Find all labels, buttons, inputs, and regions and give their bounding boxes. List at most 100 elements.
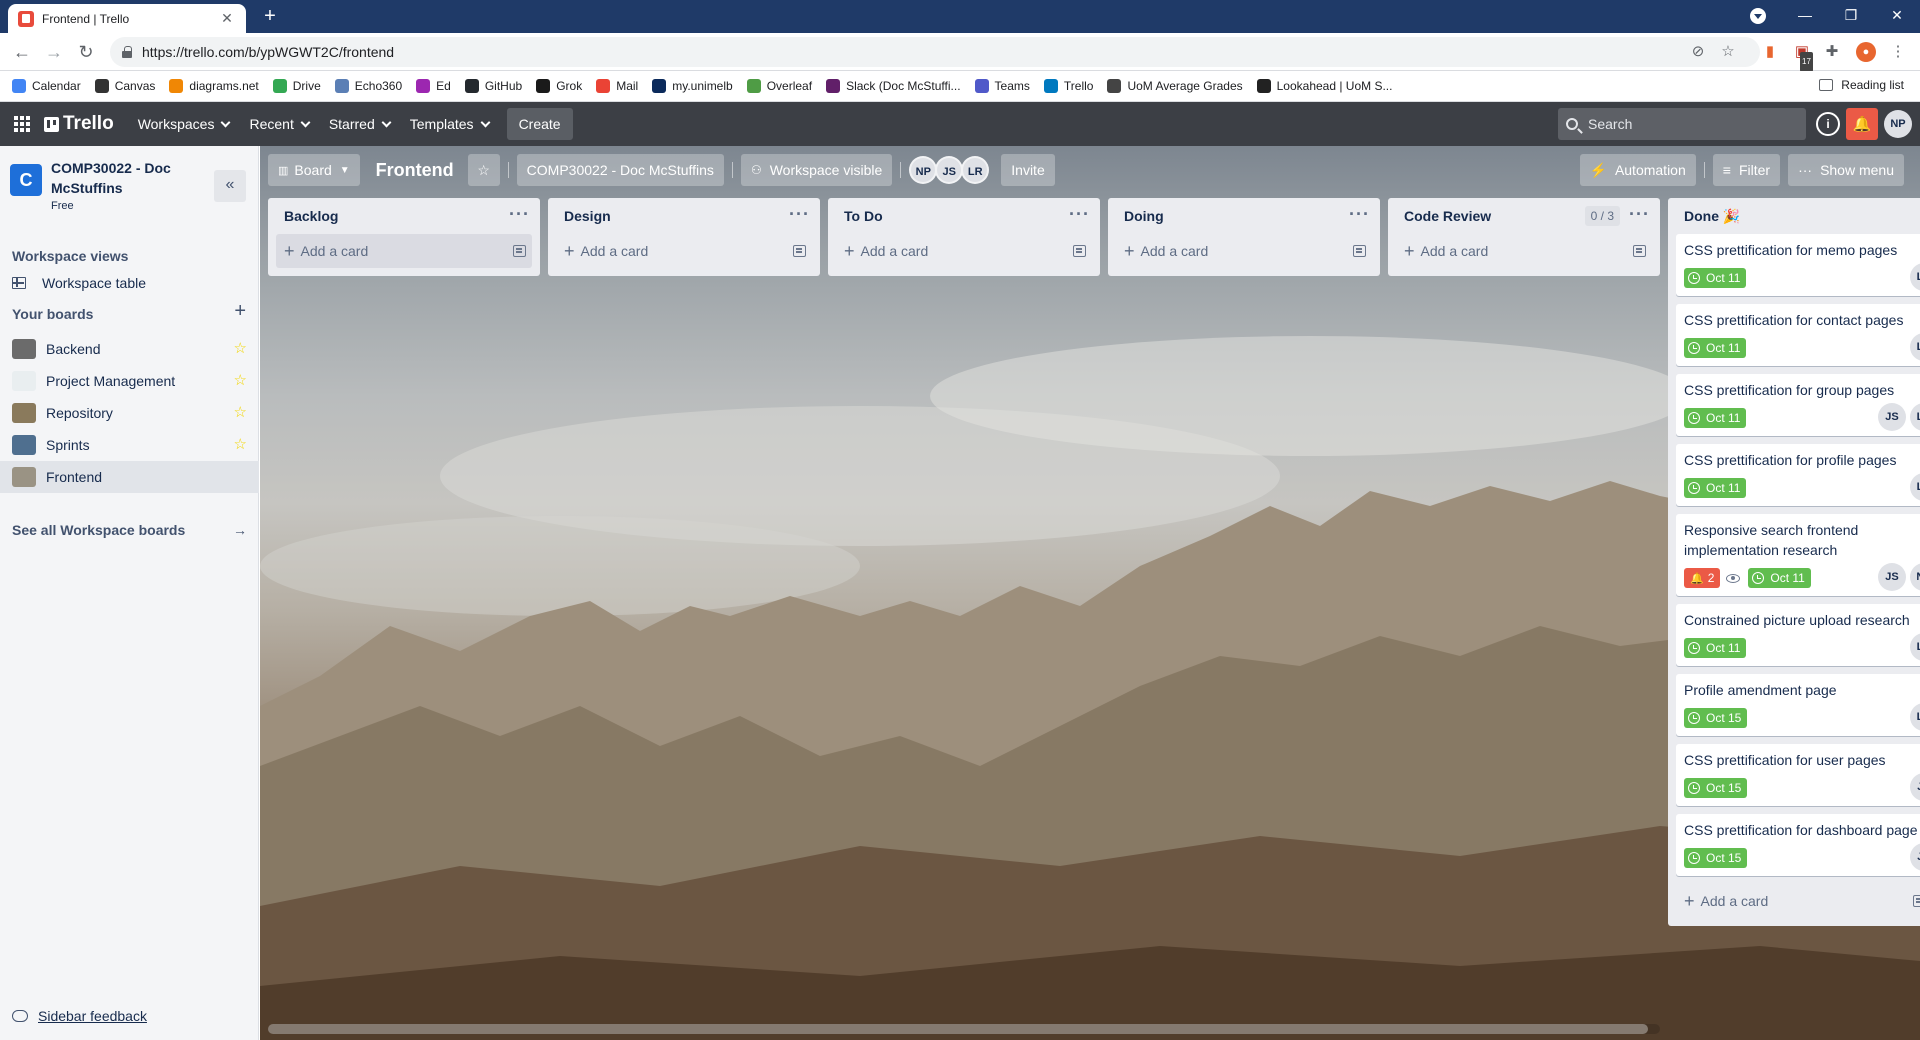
due-date-badge[interactable]: Oct 11 [1684,268,1747,288]
visibility-button[interactable]: ⚇ Workspace visible [740,154,893,186]
address-bar[interactable]: https://trello.com/b/ypWGWT2C/frontend [110,37,1760,67]
member-avatar[interactable]: NP [1910,563,1920,591]
card-template-icon[interactable] [513,245,526,257]
list-title[interactable]: Backlog [284,208,338,224]
list-actions-icon[interactable]: ··· [1629,205,1650,223]
profile-avatar-icon[interactable]: ● [1856,42,1876,62]
invite-button[interactable]: Invite [1001,154,1055,186]
workspaces-menu[interactable]: Workspaces [128,108,240,140]
card[interactable]: CSS prettification for dashboard page Oct… [1676,814,1920,876]
card[interactable]: Constrained picture upload research Oct 1… [1676,604,1920,666]
sidebar-board-item[interactable]: Backend ☆ [0,333,259,365]
browser-tab[interactable]: Frontend | Trello ✕ [8,4,246,33]
list-header[interactable]: Code Review 0 / 3 ··· [1388,198,1660,234]
list-actions-icon[interactable]: ··· [1349,205,1370,223]
bookmark-item[interactable]: Calendar [12,79,81,93]
add-card-button[interactable]: + Add a card [556,234,812,268]
close-tab-icon[interactable]: ✕ [218,10,236,27]
card[interactable]: Responsive search frontend implementatio… [1676,514,1920,596]
list-actions-icon[interactable]: ··· [509,205,530,223]
due-date-badge[interactable]: Oct 11 [1748,568,1811,588]
board-title[interactable]: Frontend [368,160,462,181]
star-board-icon[interactable]: ☆ [467,154,500,186]
due-date-badge[interactable]: Oct 11 [1684,638,1747,658]
card-template-icon[interactable] [1353,245,1366,257]
bookmark-item[interactable]: Trello [1043,79,1093,93]
sidebar-board-item[interactable]: Sprints ☆ [0,429,259,461]
bookmark-item[interactable]: Canvas [94,79,155,93]
sidebar-item-workspace-table[interactable]: Workspace table [0,267,259,299]
card-template-icon[interactable] [1073,245,1086,257]
list-header[interactable]: Backlog ··· [268,198,540,234]
trello-logo[interactable]: Trello [44,113,114,135]
bookmark-item[interactable]: Lookahead | UoM S... [1256,79,1392,93]
starred-menu[interactable]: Starred [319,108,400,140]
chrome-menu-icon[interactable]: ⋮ [1888,42,1908,62]
due-date-badge[interactable]: Oct 15 [1684,708,1748,728]
bookmark-item[interactable]: Ed [416,79,451,93]
see-all-boards-link[interactable]: See all Workspace boards → [12,522,247,538]
sidebar-board-item[interactable]: Frontend [0,461,259,493]
due-date-badge[interactable]: Oct 15 [1684,778,1748,798]
extension-badge-icon[interactable]: ▣17 [1792,42,1813,72]
card[interactable]: CSS prettification for memo pages Oct 11 L… [1676,234,1920,296]
member-avatar[interactable]: NP [909,156,938,184]
list-header[interactable]: Doing ··· [1108,198,1380,234]
sidebar-board-item[interactable]: Repository ☆ [0,397,259,429]
reading-list-button[interactable]: Reading list [1819,78,1904,92]
member-avatar[interactable]: LR [1910,703,1920,731]
add-card-button[interactable]: + Add a card [1676,884,1920,918]
restore-icon[interactable]: ❐ [1828,0,1874,30]
list-header[interactable]: Design ··· [548,198,820,234]
minimize-icon[interactable]: — [1782,0,1828,30]
card[interactable]: CSS prettification for contact pages Oct … [1676,304,1920,366]
tab-search-icon[interactable] [1750,8,1766,24]
member-avatar[interactable]: LR [961,156,990,184]
star-icon[interactable]: ☆ [234,373,247,389]
extension-icon[interactable]: ▮ [1760,42,1780,62]
card[interactable]: CSS prettification for group pages Oct 11… [1676,374,1920,436]
list-title[interactable]: Design [564,208,611,224]
bookmark-item[interactable]: GitHub [464,79,522,93]
scrollbar-thumb[interactable] [268,1024,1648,1034]
bookmark-item[interactable]: Grok [536,79,582,93]
sidebar-feedback-link[interactable]: Sidebar feedback [12,1008,147,1024]
tracking-off-icon[interactable]: ⊘ [1688,42,1708,62]
member-avatar[interactable]: JS [935,156,964,184]
member-avatar[interactable]: JS [1910,843,1920,871]
card[interactable]: CSS prettification for profile pages Oct … [1676,444,1920,506]
new-tab-button[interactable]: + [258,4,282,28]
star-icon[interactable]: ☆ [234,437,247,453]
notifications-bell-icon[interactable]: 🔔 [1846,108,1878,140]
search-input[interactable]: Search [1558,108,1806,140]
bookmark-item[interactable]: diagrams.net [169,79,259,93]
forward-icon[interactable]: → [42,40,66,64]
list-header[interactable]: To Do ··· [828,198,1100,234]
list-header[interactable]: Done 🎉 [1668,198,1920,234]
bookmark-item[interactable]: Drive [272,79,321,93]
close-window-icon[interactable]: ✕ [1874,0,1920,30]
filter-button[interactable]: ≡ Filter [1712,154,1781,186]
workspace-button[interactable]: COMP30022 - Doc McStuffins [516,154,724,186]
add-card-button[interactable]: + Add a card [276,234,532,268]
member-avatar[interactable]: JS [1878,403,1906,431]
board-horizontal-scrollbar[interactable] [268,1024,1660,1034]
create-button[interactable]: Create [506,108,573,140]
show-menu-button[interactable]: ··· Show menu [1788,154,1904,186]
list-actions-icon[interactable]: ··· [789,205,810,223]
member-avatar[interactable]: LR [1910,473,1920,501]
add-card-button[interactable]: + Add a card [1396,234,1652,268]
reload-icon[interactable]: ↻ [74,40,98,64]
add-card-button[interactable]: + Add a card [836,234,1092,268]
automation-button[interactable]: ⚡ Automation [1579,154,1696,186]
list-title[interactable]: Doing [1124,208,1164,224]
bookmark-item[interactable]: Slack (Doc McStuffi... [826,79,961,93]
member-avatar[interactable]: LR [1910,633,1920,661]
due-date-badge[interactable]: Oct 11 [1684,338,1747,358]
add-board-icon[interactable]: + [234,300,246,323]
add-card-button[interactable]: + Add a card [1116,234,1372,268]
list-title[interactable]: Code Review [1404,208,1491,224]
templates-menu[interactable]: Templates [400,108,499,140]
due-date-badge[interactable]: Oct 11 [1684,408,1747,428]
due-date-badge[interactable]: Oct 11 [1684,478,1747,498]
